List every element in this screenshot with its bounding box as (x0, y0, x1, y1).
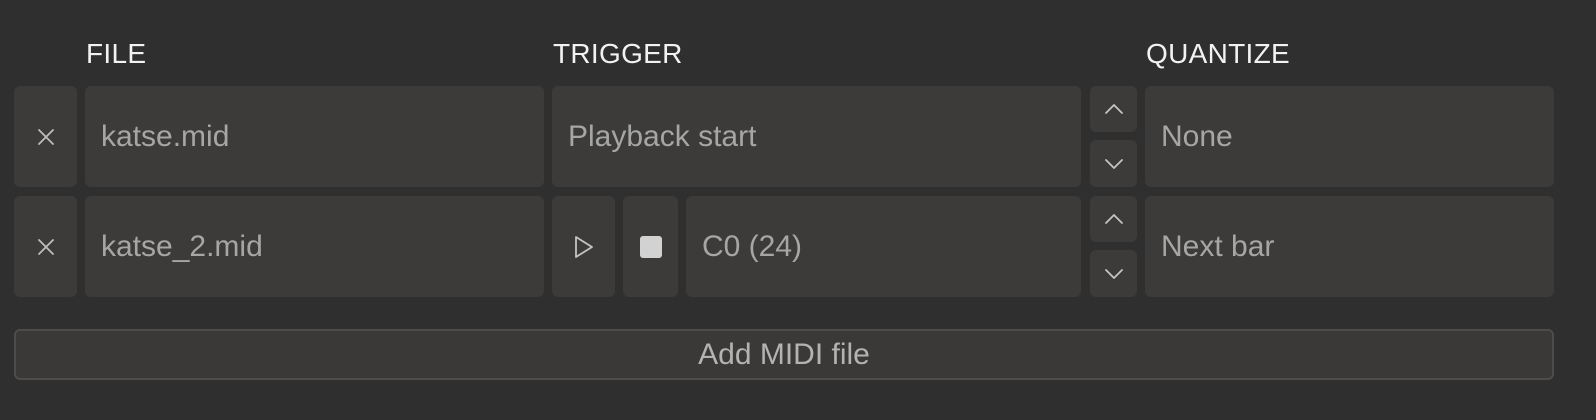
file-name: katse_2.mid (101, 229, 263, 263)
move-up-button[interactable] (1090, 196, 1137, 242)
add-midi-file-label: Add MIDI file (698, 337, 870, 371)
chevron-up-icon (1104, 214, 1123, 224)
file-field[interactable]: katse_2.mid (85, 196, 544, 297)
remove-row-button[interactable] (14, 196, 77, 297)
move-up-button[interactable] (1090, 86, 1137, 132)
quantize-value: None (1161, 119, 1233, 153)
quantize-select[interactable]: Next bar (1145, 196, 1554, 297)
close-icon (37, 128, 54, 145)
trigger-column-header: TRIGGER (553, 38, 683, 69)
move-down-button[interactable] (1090, 140, 1137, 187)
chevron-up-icon (1104, 104, 1123, 114)
trigger-value: C0 (24) (702, 229, 803, 263)
file-field[interactable]: katse.mid (85, 86, 544, 187)
quantize-column-header: QUANTIZE (1146, 38, 1290, 69)
file-name: katse.mid (101, 119, 230, 153)
chevron-down-icon (1104, 158, 1123, 169)
stop-button[interactable] (623, 196, 678, 297)
move-down-button[interactable] (1090, 250, 1137, 297)
close-icon (37, 238, 54, 255)
play-button[interactable] (552, 196, 615, 297)
quantize-select[interactable]: None (1145, 86, 1554, 187)
remove-row-button[interactable] (14, 86, 77, 187)
file-column-header: FILE (86, 38, 147, 69)
quantize-value: Next bar (1161, 229, 1275, 263)
trigger-field[interactable]: Playback start (552, 86, 1081, 187)
chevron-down-icon (1104, 268, 1123, 279)
stop-icon (639, 235, 662, 258)
trigger-value: Playback start (568, 119, 757, 153)
add-midi-file-button[interactable]: Add MIDI file (14, 329, 1554, 380)
play-icon (574, 235, 593, 258)
trigger-field[interactable]: C0 (24) (686, 196, 1081, 297)
